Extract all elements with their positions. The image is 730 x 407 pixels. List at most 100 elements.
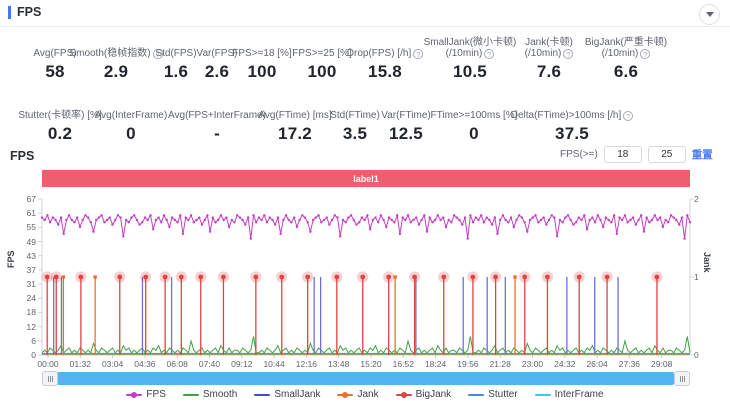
scrollbar-track-fill[interactable] <box>57 372 674 385</box>
stat-value: 100 <box>248 62 277 82</box>
y-axis-left-title: FPS <box>6 250 16 268</box>
help-icon[interactable]: ? <box>640 49 650 59</box>
legend-interframe-icon <box>535 391 551 399</box>
x-axis-tick-label: 23:00 <box>522 359 543 369</box>
legend-label: Jank <box>357 389 378 400</box>
x-axis-tick-label: 19:56 <box>457 359 478 369</box>
y-axis-tick-label: 2 <box>694 194 714 204</box>
legend-label: InterFrame <box>555 389 604 400</box>
series-jank <box>42 275 690 355</box>
fps-threshold-filter: FPS(>=) 重置 <box>560 146 713 163</box>
x-axis-tick-label: 10:44 <box>263 359 284 369</box>
y-axis-tick-label: 0 <box>694 350 714 360</box>
y-axis-tick-label: 12 <box>0 322 36 332</box>
stat-value: 17.2 <box>278 124 312 144</box>
legend-item-jank[interactable]: Jank <box>337 389 378 400</box>
legend-item-smooth[interactable]: Smooth <box>183 389 237 400</box>
series-smalljank <box>54 277 618 355</box>
x-axis-tick-label: 01:32 <box>70 359 91 369</box>
x-axis-tick-label: 07:40 <box>199 359 220 369</box>
stat-deltaftime>100msh: Delta(FTime)>100ms [/h]? 37.5 <box>497 98 647 144</box>
fps-threshold-min-input[interactable] <box>604 146 642 163</box>
stat-fps>=18%: FPS>=18 [%] 100 <box>229 36 295 82</box>
legend-label: FPS <box>146 389 165 400</box>
legend-bigjank-icon <box>396 391 412 399</box>
reset-button[interactable]: 重置 <box>692 147 713 162</box>
chart-label-banner: label1 <box>42 170 690 187</box>
panel-header: FPS <box>0 0 730 27</box>
help-icon[interactable]: ? <box>484 49 494 59</box>
stat-value: 58 <box>45 62 64 82</box>
y-axis-tick-label: 6 <box>0 336 36 346</box>
scrollbar-right-handle[interactable] <box>674 371 690 386</box>
legend-item-fps[interactable]: FPS <box>126 389 165 400</box>
stat-label: Avg(FTime) [ms] <box>258 98 331 121</box>
x-axis-tick-label: 03:04 <box>102 359 123 369</box>
stat-value: 0 <box>469 124 479 144</box>
x-axis-ticks: 00:0001:3203:0404:3606:0807:4009:1210:44… <box>42 359 690 371</box>
stat-value: 12.5 <box>389 124 423 144</box>
chart-title: FPS <box>10 149 34 163</box>
legend-item-bigjank[interactable]: BigJank <box>396 389 452 400</box>
fps-chart-plot[interactable] <box>42 199 690 355</box>
y-axis-tick-label: 61 <box>0 208 36 218</box>
stat-value: 2.9 <box>104 62 128 82</box>
scrollbar-left-handle[interactable] <box>42 371 58 386</box>
series-bigjank <box>42 271 663 355</box>
stat-value: 3.5 <box>343 124 367 144</box>
stat-dropfpsh: Drop(FPS) [/h]? 15.8 <box>345 36 425 82</box>
fps-threshold-max-input[interactable] <box>648 146 686 163</box>
help-icon[interactable]: ? <box>563 49 573 59</box>
x-axis-tick-label: 04:36 <box>134 359 155 369</box>
stat-value: 10.5 <box>453 62 487 82</box>
stat-value: 2.6 <box>205 62 229 82</box>
x-axis-tick-label: 00:00 <box>37 359 58 369</box>
stat-value: 37.5 <box>555 124 589 144</box>
help-icon[interactable]: ? <box>623 111 633 121</box>
panel-title: FPS <box>17 5 41 19</box>
legend-label: BigJank <box>416 389 452 400</box>
legend-item-smalljank[interactable]: SmallJank <box>254 389 320 400</box>
legend-label: Stutter <box>488 389 517 400</box>
collapse-button[interactable] <box>699 4 720 25</box>
title-accent-bar <box>8 6 11 19</box>
stat-label: FPS>=18 [%] <box>232 36 291 59</box>
x-axis-tick-label: 16:52 <box>393 359 414 369</box>
x-axis-tick-label: 13:48 <box>328 359 349 369</box>
legend-fps-icon <box>126 391 142 399</box>
y-axis-tick-label: 0 <box>0 350 36 360</box>
x-axis-tick-label: 29:08 <box>651 359 672 369</box>
x-axis-tick-label: 26:04 <box>586 359 607 369</box>
legend-smalljank-icon <box>254 391 270 399</box>
stat-label: Drop(FPS) [/h]? <box>347 36 423 59</box>
legend-item-stutter[interactable]: Stutter <box>468 389 517 400</box>
stat-value: 0.2 <box>48 124 72 144</box>
stat-label: SmallJank(微小卡顿)(/10min)? <box>424 36 517 59</box>
stat-value: 15.8 <box>368 62 402 82</box>
x-axis-tick-label: 18:24 <box>425 359 446 369</box>
stat-value: 100 <box>308 62 337 82</box>
stat-value: 1.6 <box>164 62 188 82</box>
y-axis-tick-label: 55 <box>0 222 36 232</box>
y-axis-tick-label: 18 <box>0 307 36 317</box>
legend-jank-icon <box>337 391 353 399</box>
x-axis-tick-label: 09:12 <box>231 359 252 369</box>
stat-label: BigJank(严重卡顿)(/10min)? <box>585 36 667 59</box>
x-axis-tick-label: 06:08 <box>167 359 188 369</box>
legend-label: Smooth <box>203 389 237 400</box>
stat-label: Std(FPS) <box>155 36 196 59</box>
stat-value: 0 <box>126 124 136 144</box>
legend-smooth-icon <box>183 391 199 399</box>
chart-scrollbar[interactable] <box>42 372 690 385</box>
y-axis-right-title: Jank <box>702 252 712 273</box>
stat-label: Delta(FTime)>100ms [/h]? <box>511 98 634 121</box>
stat-value: 7.6 <box>537 62 561 82</box>
legend-item-interframe[interactable]: InterFrame <box>535 389 604 400</box>
y-axis-right-ticks: 210 <box>694 199 714 355</box>
x-axis-tick-label: 24:32 <box>554 359 575 369</box>
fps-threshold-label: FPS(>=) <box>560 149 598 160</box>
series-fps <box>41 214 691 240</box>
y-axis-tick-label: 1 <box>694 272 714 282</box>
stat-jank: Jank(卡顿)(/10min)?7.6 <box>511 36 587 82</box>
fps-panel: FPS Avg(FPS)58Smooth(稳帧指数)?2.9Std(FPS)1.… <box>0 0 730 407</box>
